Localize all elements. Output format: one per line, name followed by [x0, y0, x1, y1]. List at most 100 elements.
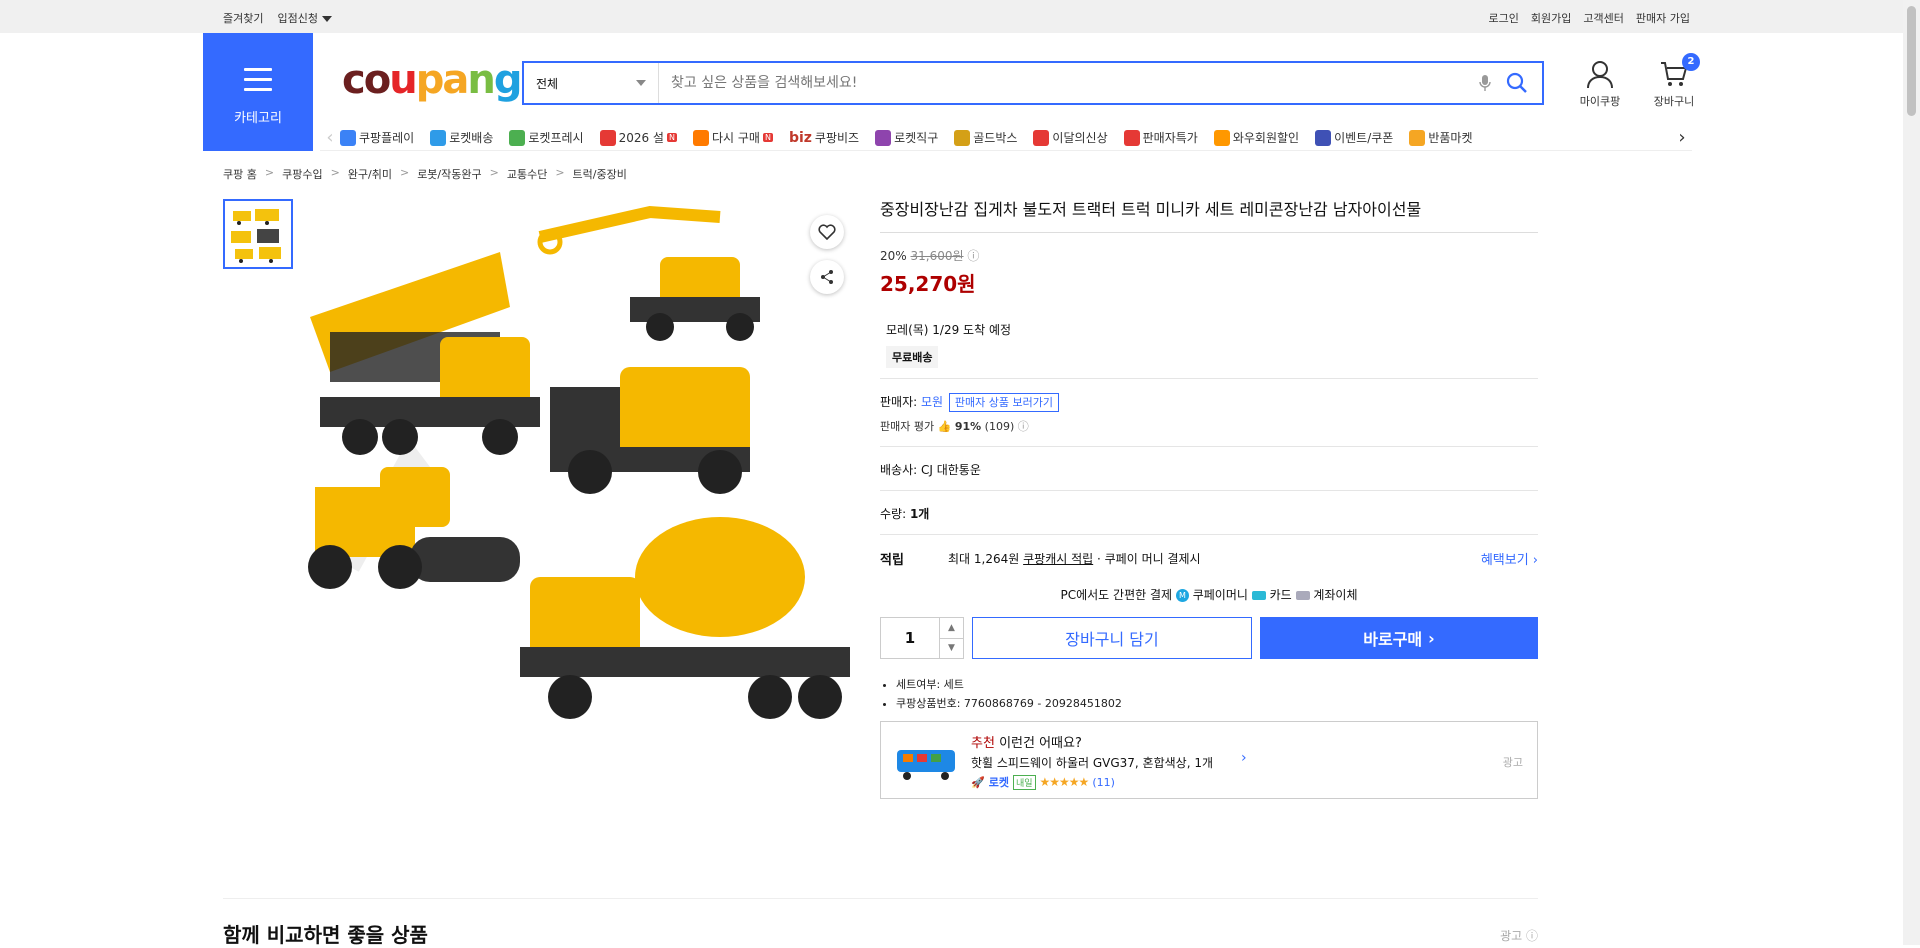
- breadcrumb-separator-icon: >: [555, 166, 565, 179]
- rocket-label: 로켓: [988, 776, 1009, 789]
- card-icon: [1251, 591, 1266, 600]
- ad-label: 광고: [1502, 756, 1523, 769]
- search-category-select[interactable]: 전체: [524, 63, 659, 103]
- info-icon[interactable]: ⓘ: [1018, 420, 1029, 433]
- mypage-button[interactable]: 마이쿠팡: [1572, 59, 1628, 109]
- nav-item[interactable]: 로켓직구: [875, 129, 938, 146]
- coupang-logo[interactable]: coupang: [342, 57, 522, 103]
- card-label: 카드: [1269, 588, 1292, 602]
- login-link[interactable]: 로그인: [1489, 10, 1519, 26]
- play-icon: [340, 129, 356, 146]
- breadcrumb-link[interactable]: 쿠팡 홈: [223, 166, 257, 182]
- nav-item[interactable]: 이달의신상: [1033, 129, 1108, 146]
- seller-products-button[interactable]: 판매자 상품 보러가기: [948, 393, 1059, 412]
- original-price: 31,600원: [910, 249, 964, 263]
- nav-item[interactable]: 다시 구매 N: [692, 129, 773, 146]
- market-icon: [1409, 129, 1426, 146]
- buy-now-button[interactable]: 바로구매 ›: [1260, 617, 1538, 659]
- nav-item-label: 로켓프레시: [528, 131, 584, 145]
- bookmark-link[interactable]: 즐겨찾기: [223, 10, 263, 26]
- nav-item[interactable]: biz 쿠팡비즈: [789, 129, 859, 146]
- goldbox-icon: [954, 129, 971, 146]
- add-to-cart-button[interactable]: 장바구니 담기: [972, 617, 1252, 659]
- discount-rate: 20%: [880, 249, 907, 263]
- recommendation-ad[interactable]: 추천 이런건 어때요? 핫휠 스피드웨이 하울러 GVG37, 혼합색상, 1개…: [880, 721, 1538, 799]
- breadcrumb-link[interactable]: 쿠팡수입: [282, 166, 322, 182]
- review-count: (11): [1092, 775, 1115, 789]
- nav-item-label: 쿠팡플레이: [359, 131, 415, 145]
- scrollbar-thumb[interactable]: [1907, 6, 1916, 116]
- breadcrumb-link[interactable]: 완구/취미: [348, 166, 392, 182]
- nav-item-label: 판매자특가: [1142, 131, 1198, 145]
- search-category-value: 전체: [536, 76, 559, 91]
- delivery-date: 모레(목) 1/29 도착 예정: [886, 323, 1012, 337]
- cart-button[interactable]: 장바구니 2: [1646, 53, 1702, 109]
- nav-item[interactable]: 2026 설N: [599, 129, 677, 146]
- carrier-row: 배송사: CJ 대한통운: [880, 446, 1538, 490]
- fresh-rocket-icon: [509, 129, 526, 146]
- search-input[interactable]: [659, 75, 1472, 91]
- nav-item-label: 로켓배송: [449, 131, 494, 145]
- discount-line: 20% 31,600원 ⓘ: [880, 247, 1538, 264]
- favorite-heart-icon[interactable]: [810, 215, 844, 249]
- nav-item[interactable]: 반품마켓: [1409, 129, 1473, 146]
- chevron-right-icon: ›: [1428, 628, 1435, 648]
- breadcrumb-link[interactable]: 트럭/중장비: [573, 166, 627, 182]
- nav-item[interactable]: 판매자특가: [1123, 129, 1198, 146]
- compare-ad-label: 광고 ⓘ: [1500, 929, 1538, 943]
- bank-transfer-icon: [1295, 591, 1310, 600]
- delivery-info: 모레(목) 1/29 도착 예정 무료배송: [880, 321, 1538, 368]
- rating-stars: ★★★★★: [1039, 775, 1090, 789]
- quantity-input[interactable]: 1: [881, 618, 939, 658]
- scrollbar[interactable]: [1903, 0, 1920, 945]
- hamburger-icon: [244, 68, 272, 98]
- rocket-icon: [430, 129, 447, 146]
- seller-link[interactable]: 모원: [921, 395, 943, 409]
- pay-label: PC에서도 간편한 결제: [1060, 588, 1173, 602]
- search-icon[interactable]: [1502, 68, 1532, 98]
- nav-item[interactable]: 골드박스: [954, 129, 1017, 146]
- signup-link[interactable]: 회원가입: [1531, 10, 1571, 26]
- decrement-arrow-icon[interactable]: ▼: [940, 639, 963, 659]
- chevron-right-icon[interactable]: ›: [1241, 750, 1247, 766]
- nav-next-arrow-icon[interactable]: ›: [1672, 127, 1692, 148]
- product-main-image: [300, 197, 870, 742]
- top-utility-bar: 즐겨찾기 입점신청 로그인 회원가입 고객센터 판매자 가입: [0, 0, 1920, 33]
- customer-center-link[interactable]: 고객센터: [1583, 10, 1623, 26]
- nav-prev-arrow-icon[interactable]: ‹: [320, 127, 340, 148]
- product-thumbnail[interactable]: [223, 199, 293, 269]
- nav-item[interactable]: 로켓프레시: [509, 129, 584, 146]
- breadcrumb-link[interactable]: 로봇/작동완구: [417, 166, 481, 182]
- category-menu-button[interactable]: 카테고리: [203, 33, 313, 151]
- compare-section: 함께 비교하면 좋을 상품 광고 ⓘ: [223, 898, 1538, 948]
- breadcrumb-separator-icon: >: [264, 166, 275, 179]
- cart-count-badge: 2: [1682, 53, 1700, 71]
- new-bag-icon: [1033, 129, 1050, 146]
- info-icon[interactable]: ⓘ: [967, 249, 979, 263]
- seller-join-link[interactable]: 판매자 가입: [1636, 10, 1690, 26]
- new-badge: N: [666, 133, 677, 142]
- nav-item-label: 이벤트/쿠폰: [1334, 131, 1394, 145]
- nav-item[interactable]: 쿠팡플레이: [340, 129, 414, 146]
- recommend-product-name: 핫휠 스피드웨이 하울러 GVG37, 혼합색상, 1개: [971, 756, 1214, 770]
- seller-rating: 91%: [954, 420, 982, 433]
- wow-icon: [1213, 129, 1230, 146]
- seller-review-count: (109): [984, 420, 1015, 433]
- mypage-label: 마이쿠팡: [1579, 95, 1621, 108]
- microphone-icon[interactable]: [1472, 70, 1498, 96]
- breadcrumb-separator-icon: >: [399, 166, 410, 179]
- nav-item[interactable]: 와우회원할인: [1213, 129, 1299, 146]
- purchase-controls: 1 ▲ ▼ 장바구니 담기 바로구매 ›: [880, 617, 1538, 659]
- coupay-icon: M: [1175, 589, 1189, 602]
- nav-item[interactable]: 이벤트/쿠폰: [1315, 129, 1393, 146]
- seller-signup-dropdown[interactable]: 입점신청: [277, 10, 332, 26]
- attribute-item: 쿠팡상품번호: 7760868769 - 20928451802: [896, 694, 1538, 713]
- benefits-link[interactable]: 혜택보기 ›: [1481, 549, 1538, 568]
- share-icon[interactable]: [810, 260, 844, 294]
- coupang-cash-link[interactable]: 쿠팡캐시 적립: [1023, 550, 1093, 567]
- caret-down-icon: [321, 16, 332, 22]
- quantity-stepper: 1 ▲ ▼: [880, 617, 964, 659]
- breadcrumb-link[interactable]: 교통수단: [507, 166, 547, 182]
- increment-arrow-icon[interactable]: ▲: [940, 618, 963, 639]
- nav-item[interactable]: 로켓배송: [430, 129, 493, 146]
